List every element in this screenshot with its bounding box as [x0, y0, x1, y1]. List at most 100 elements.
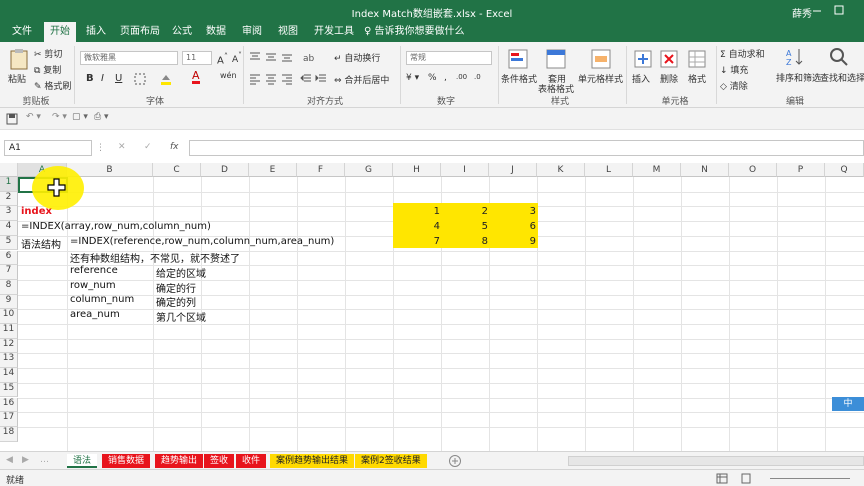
number-format-combo[interactable]: 常规 [406, 51, 492, 65]
save-icon[interactable] [6, 113, 18, 125]
print-preview-icon[interactable]: ⎙ ▾ [94, 112, 109, 122]
row-header-8[interactable]: 8 [0, 279, 18, 295]
grow-font-icon[interactable]: A˄ [217, 51, 228, 66]
cancel-icon[interactable]: ✕ [118, 142, 126, 152]
align-top-icon[interactable] [249, 51, 261, 63]
row-header-6[interactable]: 6 [0, 250, 18, 266]
clear-button[interactable]: ◇ 清除 [720, 79, 748, 92]
sheet-tab-case2[interactable]: 案例2签收结果 [355, 454, 427, 468]
delete-cells-icon[interactable] [658, 48, 680, 70]
normal-view-icon[interactable] [716, 473, 728, 484]
col-header-m[interactable]: M [633, 163, 681, 177]
name-box[interactable]: A1 [4, 140, 92, 156]
tab-file[interactable]: 文件 [6, 22, 38, 42]
comma-icon[interactable]: , [444, 73, 447, 83]
row-header-9[interactable]: 9 [0, 294, 18, 310]
cell-i5[interactable]: 8 [448, 236, 488, 247]
cell-i4[interactable]: 5 [448, 221, 488, 232]
merge-center-button[interactable]: ⇔ 合并后居中 [334, 73, 389, 86]
cell-i3[interactable]: 2 [448, 206, 488, 217]
zoom-slider[interactable] [770, 478, 850, 479]
border-icon[interactable] [134, 73, 146, 85]
underline-button[interactable]: U [115, 73, 122, 84]
row-header-14[interactable]: 14 [0, 368, 18, 383]
cell-b5[interactable]: =INDEX(reference,row_num,column_num,area… [70, 236, 334, 247]
sort-filter-icon[interactable]: AZ [784, 46, 806, 68]
currency-icon[interactable]: ¥ ▾ [406, 73, 419, 83]
align-right-icon[interactable] [281, 73, 293, 85]
sheet-tab-sales[interactable]: 销售数据 [102, 454, 151, 468]
format-table-icon[interactable] [545, 48, 567, 70]
row-header-13[interactable]: 13 [0, 353, 18, 369]
cell-a3[interactable]: index [21, 206, 52, 217]
col-header-n[interactable]: N [681, 163, 729, 177]
sheet-tab-signed[interactable]: 签收 [204, 454, 235, 468]
cell-c7[interactable]: 给定的区域 [156, 265, 206, 280]
cell-b10[interactable]: area_num [70, 309, 120, 320]
col-header-c[interactable]: C [153, 163, 201, 177]
shrink-font-icon[interactable]: A˅ [232, 51, 242, 65]
align-left-icon[interactable] [249, 73, 261, 85]
row-header-15[interactable]: 15 [0, 382, 18, 398]
cell-j3[interactable]: 3 [496, 206, 536, 217]
tab-home[interactable]: 开始 [44, 22, 76, 42]
increase-decimal-icon[interactable]: .00 [456, 73, 467, 81]
row-header-5[interactable]: 5 [0, 235, 18, 251]
find-select-icon[interactable] [828, 46, 850, 68]
tell-me[interactable]: ♀ 告诉我你想要做什么 [364, 22, 465, 42]
cell-b7[interactable]: reference [70, 265, 118, 276]
row-header-7[interactable]: 7 [0, 265, 18, 280]
ime-indicator[interactable]: 中 [832, 397, 864, 411]
cell-c8[interactable]: 确定的行 [156, 280, 196, 295]
col-header-q[interactable]: Q [825, 163, 864, 177]
sheet-tab-case-trend[interactable]: 案例趋势输出结果 [270, 454, 355, 468]
cell-b6[interactable]: 还有种数组结构，不常见，就不赘述了 [70, 250, 240, 265]
row-header-4[interactable]: 4 [0, 221, 18, 236]
bold-button[interactable]: B [86, 73, 94, 84]
tab-review[interactable]: 审阅 [236, 22, 268, 42]
tab-view[interactable]: 视图 [272, 22, 304, 42]
conditional-format-icon[interactable] [507, 48, 529, 70]
cell-a4[interactable]: =INDEX(array,row_num,column_num) [21, 221, 211, 232]
cell-b8[interactable]: row_num [70, 280, 116, 291]
enter-icon[interactable]: ✓ [144, 142, 152, 152]
font-name-combo[interactable]: 微软雅黑 [80, 51, 178, 65]
tab-insert[interactable]: 插入 [80, 22, 112, 42]
col-header-l[interactable]: L [585, 163, 633, 177]
col-header-g[interactable]: G [345, 163, 393, 177]
decrease-decimal-icon[interactable]: .0 [474, 73, 481, 81]
find-select-button[interactable]: 查找和选择 [820, 71, 864, 84]
orientation-icon[interactable]: ab [302, 51, 314, 63]
row-header-16[interactable]: 16 [0, 397, 18, 413]
tab-formulas[interactable]: 公式 [166, 22, 198, 42]
col-header-i[interactable]: I [441, 163, 489, 177]
conditional-format-button[interactable]: 条件格式 [501, 72, 537, 85]
italic-button[interactable]: I [101, 73, 104, 84]
page-layout-view-icon[interactable] [740, 473, 752, 484]
fill-button[interactable]: ↓ 填充 [720, 63, 748, 76]
cut-button[interactable]: ✂ 剪切 [34, 47, 62, 60]
col-header-e[interactable]: E [249, 163, 297, 177]
redo-icon[interactable]: ↷ ▾ [52, 112, 67, 122]
undo-icon[interactable]: ↶ ▾ [26, 112, 41, 122]
insert-cells-icon[interactable] [632, 48, 654, 70]
next-sheet-icon[interactable]: ▶ [22, 455, 29, 465]
cell-j4[interactable]: 6 [496, 221, 536, 232]
prev-sheet-icon[interactable]: ◀ [6, 455, 13, 465]
sort-filter-button[interactable]: 排序和筛选 [776, 71, 821, 84]
format-cells-icon[interactable] [686, 48, 708, 70]
sheet-tab-received[interactable]: 收件 [236, 454, 267, 468]
tab-page-layout[interactable]: 页面布局 [114, 22, 166, 42]
formula-input[interactable] [189, 140, 864, 156]
minimize-icon[interactable] [810, 3, 824, 17]
cell-h3[interactable]: 1 [400, 206, 440, 217]
tab-developer[interactable]: 开发工具 [308, 22, 360, 42]
row-header-17[interactable]: 17 [0, 412, 18, 427]
cell-h5[interactable]: 7 [400, 236, 440, 247]
col-header-o[interactable]: O [729, 163, 777, 177]
col-header-j[interactable]: J [489, 163, 537, 177]
horizontal-scrollbar[interactable] [568, 456, 864, 466]
phonetic-icon[interactable]: wén [220, 71, 237, 80]
col-header-h[interactable]: H [393, 163, 441, 177]
more-sheets-icon[interactable]: … [40, 455, 49, 465]
